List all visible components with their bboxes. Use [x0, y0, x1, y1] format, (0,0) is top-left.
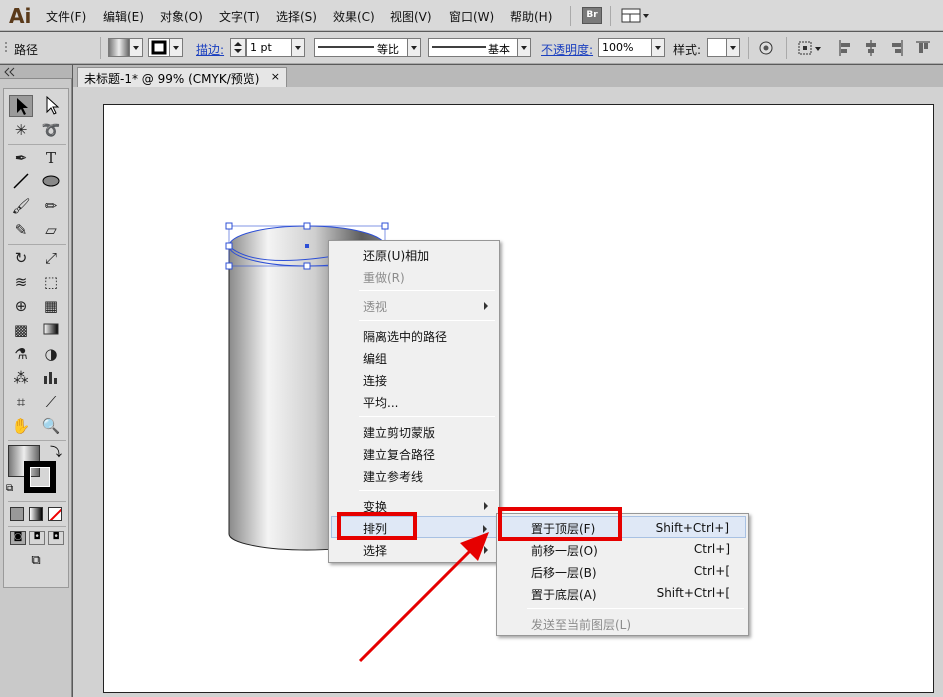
arrange-bring-forward[interactable]: 前移一层(O) Ctrl+] [499, 538, 746, 560]
submenu-arrow-icon [484, 546, 488, 554]
shortcut-label: Ctrl+] [693, 542, 730, 556]
context-item-group[interactable]: 编组 [331, 346, 497, 368]
context-divider [527, 608, 744, 609]
submenu-arrow-icon [484, 302, 488, 310]
arrange-send-to-current-layer: 发送至当前图层(L) [531, 618, 632, 632]
arrange-send-to-back[interactable]: 置于底层(A) Shift+Ctrl+[ [499, 582, 746, 604]
arrange-send-backward[interactable]: 后移一层(B) Ctrl+[ [499, 560, 746, 582]
submenu-arrow-icon [483, 525, 487, 533]
shortcut-label: Shift+Ctrl+] [655, 521, 729, 535]
highlight-box-bring-to-front [498, 507, 622, 541]
context-item-perspective: 透视 [331, 294, 497, 316]
highlight-box-arrange [337, 512, 417, 540]
context-item-undo[interactable]: 还原(U)相加 [331, 243, 497, 265]
context-divider [359, 416, 495, 417]
shortcut-label: Shift+Ctrl+[ [656, 586, 730, 600]
submenu-arrow-icon [484, 502, 488, 510]
context-divider [359, 320, 495, 321]
context-item-clipping-mask[interactable]: 建立剪切蒙版 [331, 420, 497, 442]
shortcut-label: Ctrl+[ [693, 564, 730, 578]
context-divider [359, 290, 495, 291]
context-item-join[interactable]: 连接 [331, 368, 497, 390]
context-item-select[interactable]: 选择 [331, 538, 497, 560]
context-item-make-guides[interactable]: 建立参考线 [331, 464, 497, 486]
context-item-compound-path[interactable]: 建立复合路径 [331, 442, 497, 464]
context-item-redo: 重做(R) [363, 271, 405, 285]
context-item-isolate-path[interactable]: 隔离选中的路径 [331, 324, 497, 346]
context-item-average[interactable]: 平均... [331, 390, 497, 412]
context-divider [359, 490, 495, 491]
